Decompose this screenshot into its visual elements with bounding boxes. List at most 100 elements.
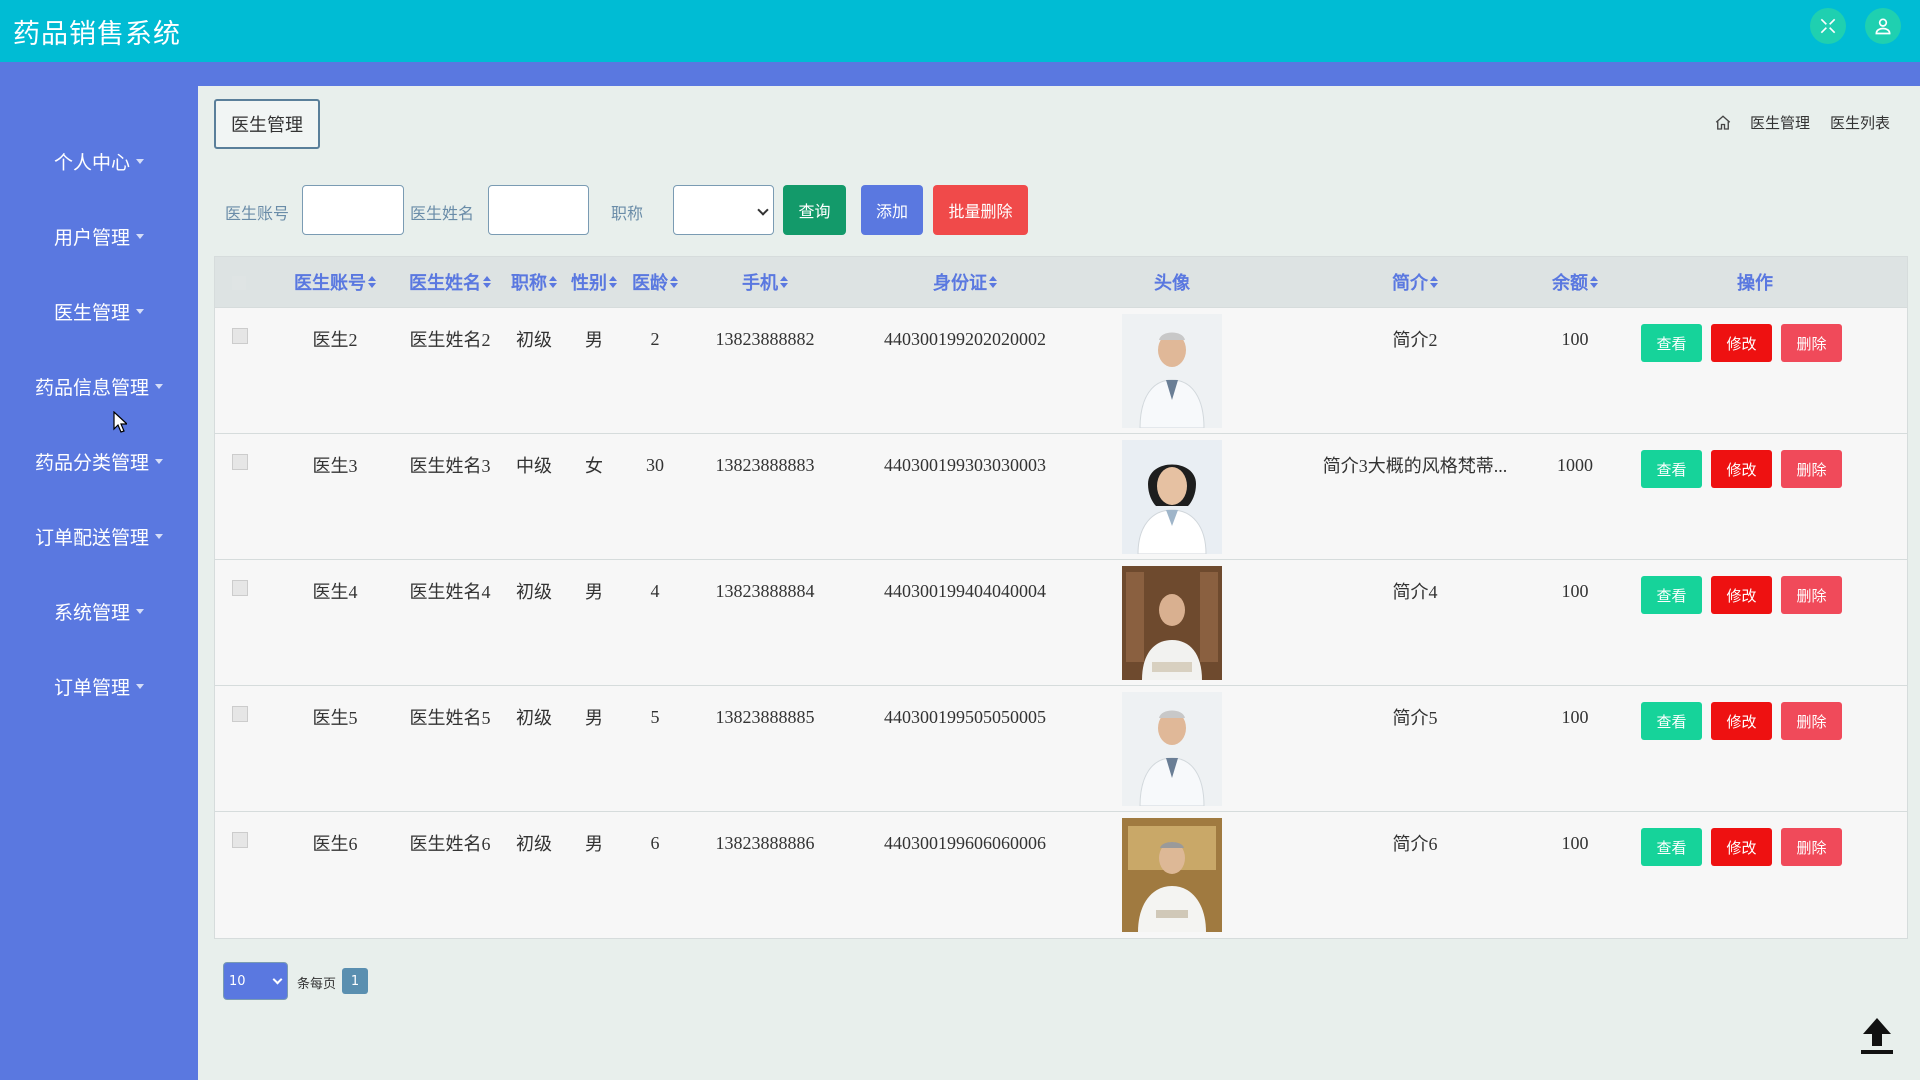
cell-intro: 简介2 [1392, 330, 1438, 350]
sidebar-item-label: 医生管理 [53, 301, 130, 324]
table-header: 医生账号 医生姓名 职称 性别 医龄 手机 身份证 头像 简介 余额 操作 [215, 257, 1907, 307]
fullscreen-icon[interactable] [1810, 8, 1846, 44]
sort-icon [549, 276, 557, 288]
sort-icon [670, 276, 678, 288]
cell-phone: 13823888883 [715, 454, 815, 475]
cell-account: 医生2 [312, 330, 358, 350]
header-label: 头像 [1154, 273, 1190, 294]
header-idcard[interactable]: 身份证 [865, 257, 1065, 307]
doctor-avatar [1122, 818, 1222, 932]
chevron-down-icon [136, 308, 144, 314]
table-row: 医生2 医生姓名2 初级 男 2 13823888882 44030019920… [215, 307, 1907, 433]
header-name[interactable]: 医生姓名 [390, 257, 510, 307]
header-label: 简介 [1392, 273, 1428, 294]
sidebar-item-system-management[interactable]: 系统管理 [0, 591, 198, 631]
back-to-top-icon[interactable] [1859, 1016, 1895, 1056]
delete-button[interactable]: 删除 [1781, 324, 1842, 362]
edit-button[interactable]: 修改 [1711, 576, 1772, 614]
sidebar-item-label: 个人中心 [53, 151, 130, 174]
cell-phone: 13823888885 [715, 706, 815, 727]
header-balance[interactable]: 余额 [1535, 257, 1615, 307]
delete-button[interactable]: 删除 [1781, 576, 1842, 614]
header-gender[interactable]: 性别 [559, 257, 629, 307]
header-label: 身份证 [933, 273, 987, 294]
cell-years: 5 [650, 706, 660, 727]
cell-gender: 男 [585, 582, 603, 602]
select-all-checkbox[interactable] [232, 276, 246, 290]
header-label: 职称 [511, 273, 547, 294]
breadcrumb-level2: 医生列表 [1829, 114, 1890, 132]
page-size-value: 10 [229, 973, 246, 989]
view-button[interactable]: 查看 [1641, 324, 1702, 362]
header-label: 余额 [1552, 273, 1588, 294]
sidebar-item-order-management[interactable]: 订单管理 [0, 666, 198, 706]
sidebar-item-personal-center[interactable]: 个人中心 [0, 141, 198, 181]
account-label: 医生账号 [225, 204, 290, 223]
sidebar-item-label: 订单管理 [53, 676, 130, 699]
header-account[interactable]: 医生账号 [275, 257, 395, 307]
sidebar-item-doctor-management[interactable]: 医生管理 [0, 291, 198, 331]
sidebar: 个人中心 用户管理 医生管理 药品信息管理 药品分类管理 订单配送管理 系统管理… [0, 62, 198, 1080]
view-button[interactable]: 查看 [1641, 828, 1702, 866]
user-icon[interactable] [1865, 8, 1901, 44]
cell-phone: 13823888886 [715, 832, 815, 853]
header-intro[interactable]: 简介 [1315, 257, 1515, 307]
cell-phone: 13823888884 [715, 580, 815, 601]
delete-button[interactable]: 删除 [1781, 450, 1842, 488]
cell-gender: 男 [585, 708, 603, 728]
cell-account: 医生4 [312, 582, 358, 602]
sidebar-item-label: 药品分类管理 [34, 451, 149, 474]
query-button[interactable]: 查询 [783, 185, 846, 235]
edit-button[interactable]: 修改 [1711, 828, 1772, 866]
breadcrumb-level1[interactable]: 医生管理 [1750, 112, 1810, 133]
cell-name: 医生姓名4 [409, 582, 491, 602]
breadcrumb: 医生管理 医生列表 [1714, 112, 1890, 133]
title-label: 职称 [611, 204, 644, 223]
row-checkbox[interactable] [232, 706, 248, 722]
sort-icon [1590, 276, 1598, 288]
add-button[interactable]: 添加 [861, 185, 923, 235]
app-title: 药品销售系统 [13, 19, 181, 50]
edit-button[interactable]: 修改 [1711, 702, 1772, 740]
title-select[interactable] [673, 185, 774, 235]
home-icon[interactable] [1714, 114, 1732, 132]
sidebar-item-label: 用户管理 [53, 226, 130, 249]
row-checkbox[interactable] [232, 832, 248, 848]
view-button[interactable]: 查看 [1641, 450, 1702, 488]
row-checkbox[interactable] [232, 328, 248, 344]
sidebar-item-label: 药品信息管理 [34, 376, 149, 399]
cell-name: 医生姓名2 [409, 330, 491, 350]
header-label: 医生账号 [294, 273, 366, 294]
account-input[interactable] [302, 185, 404, 235]
header-years[interactable]: 医龄 [620, 257, 690, 307]
row-checkbox[interactable] [232, 454, 248, 470]
sidebar-item-user-management[interactable]: 用户管理 [0, 216, 198, 256]
delete-button[interactable]: 删除 [1781, 828, 1842, 866]
row-checkbox[interactable] [232, 580, 248, 596]
doctor-avatar [1122, 440, 1222, 554]
sort-icon [483, 276, 491, 288]
cell-name: 医生姓名3 [409, 456, 491, 476]
page-number-button[interactable]: 1 [342, 968, 368, 994]
batch-delete-button[interactable]: 批量删除 [933, 185, 1028, 235]
chevron-down-icon [155, 458, 163, 464]
cell-idcard: 440300199303030003 [884, 454, 1046, 475]
doctor-avatar [1122, 314, 1222, 428]
sidebar-item-drug-info-management[interactable]: 药品信息管理 [0, 366, 198, 406]
cell-name: 医生姓名5 [409, 708, 491, 728]
cell-balance: 100 [1561, 832, 1589, 853]
edit-button[interactable]: 修改 [1711, 450, 1772, 488]
view-button[interactable]: 查看 [1641, 702, 1702, 740]
chevron-down-icon [136, 233, 144, 239]
view-button[interactable]: 查看 [1641, 576, 1702, 614]
cell-account: 医生5 [312, 708, 358, 728]
header-phone[interactable]: 手机 [690, 257, 840, 307]
sidebar-item-drug-category-management[interactable]: 药品分类管理 [0, 441, 198, 481]
edit-button[interactable]: 修改 [1711, 324, 1772, 362]
cell-gender: 男 [585, 834, 603, 854]
delete-button[interactable]: 删除 [1781, 702, 1842, 740]
name-input[interactable] [488, 185, 589, 235]
sidebar-item-order-delivery-management[interactable]: 订单配送管理 [0, 516, 198, 556]
sort-icon [989, 276, 997, 288]
page-size-select[interactable]: 10 [223, 962, 288, 1000]
